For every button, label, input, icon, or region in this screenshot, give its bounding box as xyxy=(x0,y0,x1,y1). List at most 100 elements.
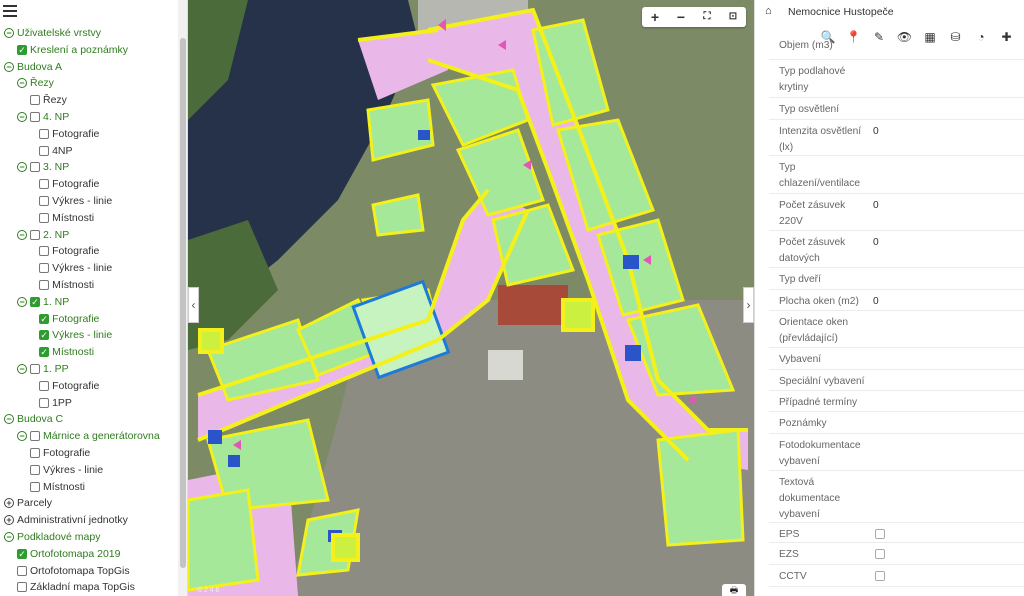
layers-icon[interactable]: ⛁ xyxy=(947,28,965,46)
layer-item[interactable]: Výkres - linie xyxy=(0,193,178,210)
layer-checkbox[interactable] xyxy=(30,431,40,442)
layer-item[interactable]: − Podkladové mapy xyxy=(0,529,178,546)
layer-item[interactable]: Místnosti xyxy=(0,210,178,227)
layer-item[interactable]: + Administrativní jednotky xyxy=(0,512,178,529)
collapse-icon[interactable]: − xyxy=(17,363,27,374)
layer-item[interactable]: Fotografie xyxy=(0,243,178,260)
map-view[interactable]: + − ⛶ ⊡ ‹ › 0 2 4 6 🖶 xyxy=(188,0,754,596)
layer-item[interactable]: − Uživatelské vrstvy xyxy=(0,25,178,42)
layer-checkbox[interactable] xyxy=(30,111,40,122)
layer-item[interactable]: − 2. NP xyxy=(0,227,178,244)
layer-item[interactable]: Základní mapa TopGis xyxy=(0,579,178,596)
layer-checkbox[interactable]: ✓ xyxy=(39,347,50,358)
layer-item[interactable]: − Budova C xyxy=(0,411,178,428)
collapse-icon[interactable]: − xyxy=(4,531,14,542)
zoom-out-button[interactable]: − xyxy=(668,7,694,27)
table-icon[interactable]: ▦ xyxy=(921,28,939,46)
layer-label: 1PP xyxy=(52,396,72,409)
attribute-checkbox[interactable] xyxy=(875,571,885,581)
layer-checkbox[interactable] xyxy=(39,128,50,139)
collapse-icon[interactable]: − xyxy=(17,296,27,307)
layer-checkbox[interactable] xyxy=(30,464,40,475)
collapse-icon[interactable]: − xyxy=(4,61,14,72)
collapse-icon[interactable]: − xyxy=(17,78,27,89)
expand-icon[interactable]: + xyxy=(4,515,14,526)
layer-item[interactable]: ✓ Místnosti xyxy=(0,344,178,361)
collapse-right-button[interactable]: › xyxy=(743,287,754,323)
layer-checkbox[interactable] xyxy=(17,582,27,593)
layer-checkbox[interactable] xyxy=(39,179,50,190)
layer-item[interactable]: Ortofotomapa TopGis xyxy=(0,563,178,580)
layer-item[interactable]: − Budova A xyxy=(0,59,178,76)
layer-checkbox[interactable] xyxy=(30,363,40,374)
layer-item[interactable]: ✓ Ortofotomapa 2019 xyxy=(0,546,178,563)
layer-checkbox[interactable]: ✓ xyxy=(17,548,27,559)
visibility-icon[interactable]: 👁 xyxy=(896,28,914,46)
layer-checkbox[interactable]: ✓ xyxy=(39,313,50,324)
layer-item[interactable]: Fotografie xyxy=(0,176,178,193)
layer-checkbox[interactable] xyxy=(30,95,40,106)
collapse-icon[interactable]: − xyxy=(17,431,27,442)
layer-checkbox[interactable] xyxy=(39,212,50,223)
layer-item[interactable]: 4NP xyxy=(0,143,178,160)
layer-item[interactable]: ✓ Výkres - linie xyxy=(0,327,178,344)
attribute-checkbox[interactable] xyxy=(875,529,885,539)
zoom-extent-icon[interactable]: ⊡ xyxy=(720,7,746,27)
collapse-icon[interactable]: − xyxy=(17,162,27,173)
layer-checkbox[interactable] xyxy=(30,229,40,240)
zoom-in-button[interactable]: + xyxy=(642,7,668,27)
layer-checkbox[interactable]: ✓ xyxy=(30,296,40,307)
layer-item[interactable]: ✓ Kreslení a poznámky xyxy=(0,42,178,59)
collapse-icon[interactable]: − xyxy=(4,28,14,38)
collapse-icon[interactable]: − xyxy=(4,414,14,425)
layer-checkbox[interactable] xyxy=(39,380,50,391)
layer-item[interactable]: − ✓ 1. NP xyxy=(0,294,178,311)
collapse-left-button[interactable]: ‹ xyxy=(188,287,199,323)
attribute-key: Plocha oken (m2) xyxy=(779,296,859,307)
layer-checkbox[interactable] xyxy=(39,263,50,274)
layer-item[interactable]: Řezy xyxy=(0,92,178,109)
layer-panel-scrollbar[interactable] xyxy=(178,0,187,596)
layer-checkbox[interactable] xyxy=(30,481,40,492)
scrollbar-thumb[interactable] xyxy=(180,38,186,568)
collapse-icon[interactable]: − xyxy=(17,229,27,240)
layer-item[interactable]: Výkres - linie xyxy=(0,260,178,277)
layer-checkbox[interactable] xyxy=(39,279,50,290)
layer-item[interactable]: Fotografie xyxy=(0,445,178,462)
layer-checkbox[interactable] xyxy=(39,246,50,257)
attribute-row: Fotodokumentace vybavení xyxy=(769,434,1024,471)
layer-item[interactable]: + Parcely xyxy=(0,495,178,512)
menu-icon[interactable] xyxy=(3,5,17,17)
pin-tool-icon[interactable]: ✚ xyxy=(998,28,1016,46)
layer-item[interactable]: − 1. PP xyxy=(0,361,178,378)
fullscreen-icon[interactable]: ⛶ xyxy=(694,7,720,27)
layer-item[interactable]: − 3. NP xyxy=(0,159,178,176)
layer-checkbox[interactable] xyxy=(17,565,27,576)
layer-checkbox[interactable]: ✓ xyxy=(39,330,50,341)
layer-item[interactable]: Fotografie xyxy=(0,378,178,395)
layer-checkbox[interactable] xyxy=(30,162,40,173)
layer-checkbox[interactable] xyxy=(39,195,50,206)
expand-icon[interactable]: + xyxy=(4,498,14,509)
layer-item[interactable]: − Márnice a generátorovna xyxy=(0,428,178,445)
layer-item[interactable]: ✓ Fotografie xyxy=(0,311,178,328)
layer-item[interactable]: − 4. NP xyxy=(0,109,178,126)
layer-item[interactable]: Místnosti xyxy=(0,277,178,294)
print-icon[interactable]: 🖶 xyxy=(722,584,746,596)
analysis-icon[interactable]: ◔ xyxy=(972,28,990,46)
layer-item[interactable]: Výkres - linie xyxy=(0,462,178,479)
layer-checkbox[interactable]: ✓ xyxy=(17,44,27,55)
layer-item[interactable]: − Řezy xyxy=(0,75,178,92)
layer-item[interactable]: 1PP xyxy=(0,395,178,412)
measure-icon[interactable]: ✎ xyxy=(870,28,888,46)
home-icon[interactable]: ⌂ xyxy=(765,5,772,17)
layer-item[interactable]: Místnosti xyxy=(0,479,178,496)
attribute-checkbox[interactable] xyxy=(875,549,885,559)
layer-checkbox[interactable] xyxy=(39,145,50,156)
collapse-icon[interactable]: − xyxy=(17,111,27,122)
layer-item[interactable]: Fotografie xyxy=(0,126,178,143)
layer-checkbox[interactable] xyxy=(39,397,50,408)
layer-checkbox[interactable] xyxy=(30,447,40,458)
map-canvas[interactable] xyxy=(188,0,754,596)
layer-label: 1. PP xyxy=(43,362,69,375)
